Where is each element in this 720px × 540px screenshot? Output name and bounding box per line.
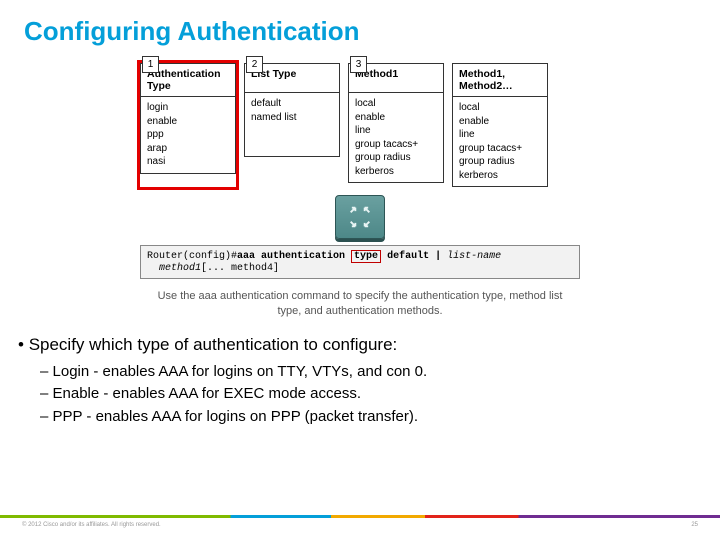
sub-bullet: Login - enables AAA for logins on TTY, V… — [58, 361, 720, 384]
sub-bullets: Login - enables AAA for logins on TTY, V… — [34, 361, 720, 429]
command-syntax: Router(config)#aaa authentication type d… — [140, 245, 580, 279]
auth-diagram: 1Authentication Typelogin enable ppp ara… — [0, 63, 720, 187]
router-icon — [335, 195, 385, 239]
cmd-pre: aaa authentication — [237, 251, 351, 262]
col-badge: 2 — [246, 56, 263, 73]
cmd-mid: default | — [381, 251, 447, 262]
col-body: login enable ppp arap nasi — [140, 97, 236, 174]
diagram-col-3: Method1, Method2…local enable line group… — [452, 63, 548, 187]
col-body: default named list — [244, 93, 340, 157]
copyright: © 2012 Cisco and/or its affiliates. All … — [22, 522, 161, 528]
slide-title: Configuring Authentication — [0, 0, 720, 57]
diagram-col-0: 1Authentication Typelogin enable ppp ara… — [140, 63, 236, 187]
col-badge: 1 — [142, 56, 159, 73]
footer: © 2012 Cisco and/or its affiliates. All … — [0, 515, 720, 528]
col-header: Method1, Method2… — [452, 63, 548, 97]
col-body: local enable line group tacacs+ group ra… — [452, 97, 548, 187]
col-body: local enable line group tacacs+ group ra… — [348, 93, 444, 183]
page-number: 25 — [691, 522, 698, 528]
cmd-listname: list-name — [447, 251, 501, 262]
diagram-col-1: 2List Typedefault named list — [244, 63, 340, 187]
cmd-type-highlight: type — [351, 250, 381, 263]
cmd-methods: [... method4] — [201, 263, 279, 274]
router-icon-row — [0, 195, 720, 239]
diagram-col-2: 3Method1local enable line group tacacs+ … — [348, 63, 444, 187]
sub-bullet: Enable - enables AAA for EXEC mode acces… — [58, 383, 720, 406]
cmd-method1: method1 — [159, 263, 201, 274]
diagram-caption: Use the aaa authentication command to sp… — [150, 289, 570, 319]
cmd-prompt: Router(config)# — [147, 251, 237, 262]
col-badge: 3 — [350, 56, 367, 73]
bullet-lead: Specify which type of authentication to … — [34, 335, 720, 355]
bullet-section: Specify which type of authentication to … — [0, 319, 720, 429]
sub-bullet: PPP - enables AAA for logins on PPP (pac… — [58, 406, 720, 429]
